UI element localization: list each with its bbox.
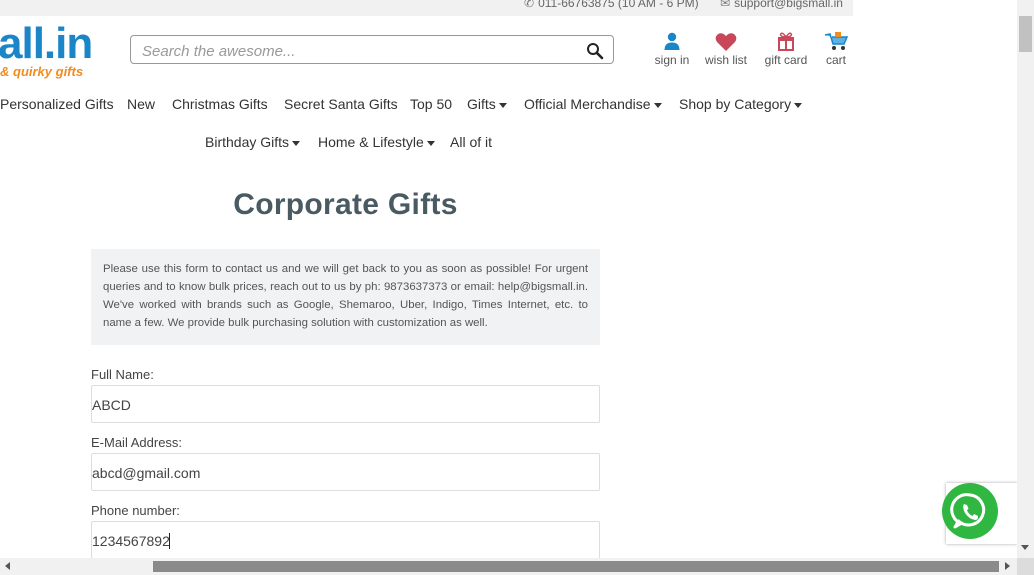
nav-item-shop-by-category-label: Shop by Category <box>679 96 792 112</box>
search-input[interactable] <box>140 40 574 62</box>
magnifier-icon[interactable] <box>586 42 604 60</box>
nav-item-official-merchandise[interactable]: Official Merchandise <box>524 96 662 112</box>
nav-item-home-lifestyle-label: Home & Lifestyle <box>318 134 424 150</box>
page-title: Corporate Gifts <box>233 188 458 221</box>
caret-down-icon <box>498 102 507 108</box>
gift-icon <box>778 32 794 51</box>
vertical-scrollbar[interactable] <box>1017 0 1034 558</box>
whatsapp-chat-button[interactable] <box>942 483 998 539</box>
nav-item-gifts[interactable]: Gifts <box>467 96 507 112</box>
envelope-icon: ✉ <box>720 0 731 10</box>
email-contact[interactable]: ✉ support@bigsmall.in <box>720 0 843 10</box>
text-cursor <box>169 533 170 549</box>
email-label: E-Mail Address: <box>91 435 183 450</box>
main-nav-row-1: Personalized Gifts New Christmas Gifts S… <box>0 96 853 114</box>
sign-in-label: sign in <box>654 53 690 67</box>
cart-icon <box>824 32 849 50</box>
scrollbar-corner <box>1017 558 1034 575</box>
phone-field[interactable] <box>91 521 600 559</box>
scroll-left-arrow-icon[interactable] <box>5 562 10 570</box>
main-nav-row-2: Birthday Gifts Home & Lifestyle All of i… <box>0 134 853 152</box>
phone-icon: ✆ <box>524 0 535 10</box>
logo-text: all.in <box>0 19 93 68</box>
cart-label: cart <box>825 53 846 67</box>
nav-item-birthday-gifts[interactable]: Birthday Gifts <box>205 134 301 150</box>
cart-link[interactable]: cart <box>819 31 853 67</box>
nav-item-home-lifestyle[interactable]: Home & Lifestyle <box>318 134 435 150</box>
email-input[interactable] <box>92 463 592 483</box>
wish-list-label: wish list <box>704 53 747 67</box>
caret-down-icon <box>794 102 803 108</box>
scroll-down-arrow-icon[interactable] <box>1021 545 1029 550</box>
logo-tagline: & quirky gifts <box>0 64 84 79</box>
top-contact-bar: ✆ 011-66763875 (10 AM - 6 PM) ✉ support@bi… <box>0 0 853 16</box>
phone-label: Phone number: <box>91 503 180 518</box>
caret-down-icon <box>653 102 662 108</box>
full-name-label: Full Name: <box>91 367 154 382</box>
nav-item-secret-santa-gifts[interactable]: Secret Santa Gifts <box>284 96 398 112</box>
nav-item-birthday-gifts-label: Birthday Gifts <box>205 134 290 150</box>
caret-down-icon <box>292 140 301 146</box>
phone-input[interactable] <box>92 531 592 551</box>
phone-contact: ✆ 011-66763875 (10 AM - 6 PM) <box>524 0 699 10</box>
user-icon <box>664 32 680 50</box>
heart-icon <box>715 33 737 51</box>
nav-item-shop-by-category[interactable]: Shop by Category <box>679 96 803 112</box>
wish-list-link[interactable]: wish list <box>702 31 750 67</box>
horizontal-scrollbar[interactable] <box>0 558 1017 575</box>
search-box[interactable] <box>130 35 614 64</box>
email-field[interactable] <box>91 453 600 491</box>
email-text[interactable]: support@bigsmall.in <box>734 0 843 10</box>
whatsapp-icon <box>950 493 986 529</box>
gift-card-link[interactable]: gift card <box>762 31 810 67</box>
nav-item-top-50[interactable]: Top 50 <box>410 96 452 112</box>
gift-card-label: gift card <box>764 53 808 67</box>
vertical-scroll-thumb[interactable] <box>1019 16 1032 52</box>
sign-in-link[interactable]: sign in <box>652 31 692 67</box>
nav-item-new[interactable]: New <box>127 96 155 112</box>
scroll-right-arrow-icon[interactable] <box>1005 562 1010 570</box>
nav-item-gifts-label: Gifts <box>467 96 496 112</box>
horizontal-scroll-thumb[interactable] <box>153 561 999 572</box>
caret-down-icon <box>426 140 435 146</box>
info-message: Please use this form to contact us and w… <box>91 249 600 345</box>
nav-item-personalized-gifts[interactable]: Personalized Gifts <box>0 96 114 112</box>
full-name-input[interactable] <box>92 395 592 415</box>
phone-text: 011-66763875 (10 AM - 6 PM) <box>538 0 699 10</box>
full-name-field[interactable] <box>91 385 600 423</box>
nav-item-christmas-gifts[interactable]: Christmas Gifts <box>172 96 268 112</box>
nav-item-all-of-it[interactable]: All of it <box>450 134 492 150</box>
nav-item-official-merchandise-label: Official Merchandise <box>524 96 651 112</box>
